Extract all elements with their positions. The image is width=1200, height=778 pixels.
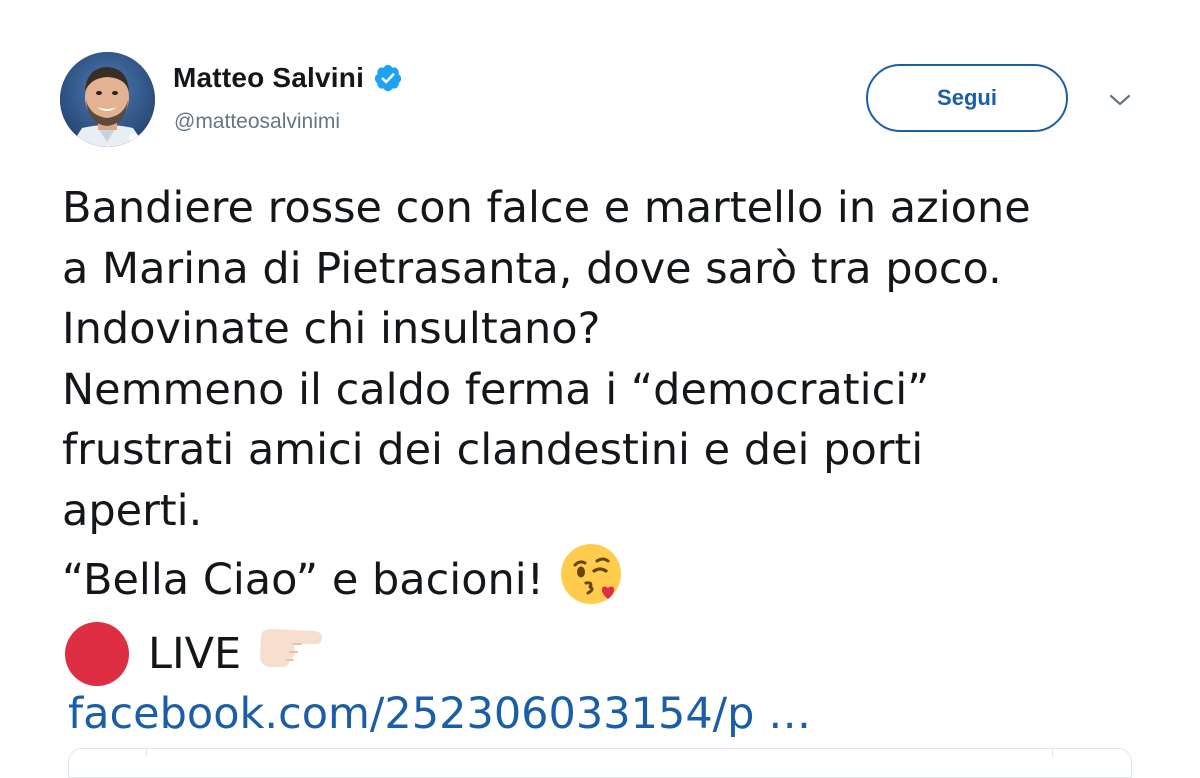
card-divider [1052,749,1053,757]
red-circle-icon [65,621,129,686]
backhand-pointing-right-icon [255,621,325,688]
card-divider [146,749,147,757]
tweet-text-line: Nemmeno il caldo ferma i “democratici” [62,364,930,415]
avatar[interactable] [60,52,155,147]
link-line: facebook.com/252306033154/p … [62,684,1162,745]
tweet-text-line-with-emoji: “Bella Ciao” e bacioni! [62,541,1162,624]
user-name-row: Matteo Salvini [173,60,403,96]
verified-badge-icon [373,63,403,93]
tweet-text-line: Bandiere rosse con falce e martello in a… [62,183,1031,233]
tweet-text-line: a Marina di Pietrasanta, dove sarò tra p… [62,243,1002,294]
chevron-down-icon[interactable] [1106,88,1134,112]
tweet-text-line: aperti. [62,485,203,536]
tweet-text-line: “Bella Ciao” e bacioni! [62,554,544,605]
follow-button[interactable]: Segui [866,64,1068,132]
link-preview-card[interactable] [68,748,1132,778]
user-handle[interactable]: @matteosalvinimi [174,110,340,134]
tweet-text: Bandiere rosse con falce e martello in a… [62,178,1162,745]
display-name[interactable]: Matteo Salvini [173,62,364,94]
live-label: LIVE [148,628,242,679]
live-line: LIVE [62,621,1162,688]
tweet-text-line: Indovinate chi insultano? [62,304,601,354]
tweet-text-line: frustrati amici dei clandestini e dei po… [62,425,924,475]
face-blowing-kiss-icon [558,541,624,624]
facebook-link[interactable]: facebook.com/252306033154/p … [68,689,811,739]
tweet-card: Matteo Salvini @matteosalvinimi Segui Ba… [0,0,1200,778]
